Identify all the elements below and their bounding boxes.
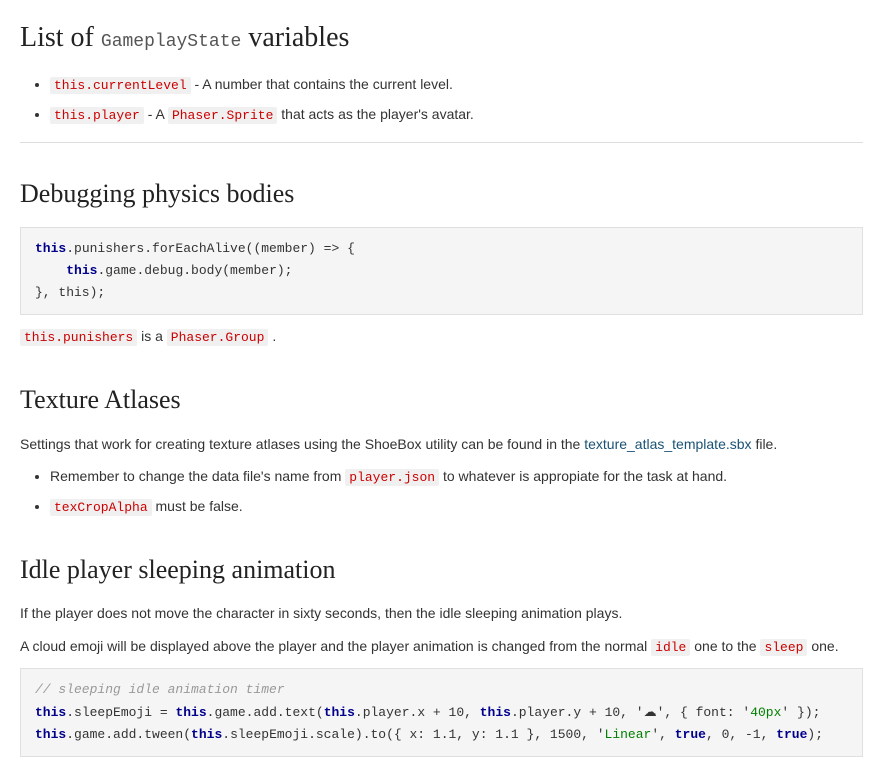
debugging-inline-text: this.punishers is a Phaser.Group . bbox=[20, 325, 863, 349]
variable-desc-2a: - A bbox=[148, 106, 168, 122]
debugging-code-block: this.punishers.forEachAlive((member) => … bbox=[20, 227, 863, 315]
list-item: texCropAlpha must be false. bbox=[50, 495, 863, 519]
variables-section: List of GameplayState variables this.cur… bbox=[20, 16, 863, 143]
para2-mid: one to the bbox=[694, 638, 760, 654]
tex-crop-alpha-code: texCropAlpha bbox=[50, 499, 152, 516]
heading-inline-code: GameplayState bbox=[101, 32, 241, 52]
phaser-group-code: Phaser.Group bbox=[167, 329, 269, 346]
player-json-code: player.json bbox=[345, 469, 439, 486]
debugging-heading: Debugging physics bodies bbox=[20, 173, 863, 215]
bullet2-after: must be false. bbox=[156, 498, 243, 514]
texture-desc-end: file. bbox=[755, 436, 777, 452]
idle-code: idle bbox=[651, 639, 690, 656]
list-item: this.currentLevel - A number that contai… bbox=[50, 73, 863, 97]
texture-description: Settings that work for creating texture … bbox=[20, 433, 863, 455]
texture-bullets: Remember to change the data file's name … bbox=[50, 465, 863, 519]
list-item: this.player - A Phaser.Sprite that acts … bbox=[50, 103, 863, 127]
idle-para2: A cloud emoji will be displayed above th… bbox=[20, 635, 863, 659]
punishers-code: this.punishers bbox=[20, 329, 137, 346]
phaser-sprite-link[interactable]: Phaser.Sprite bbox=[168, 106, 277, 122]
bullet1-after: to whatever is appropiate for the task a… bbox=[443, 468, 727, 484]
debugging-section: Debugging physics bodies this.punishers.… bbox=[20, 173, 863, 349]
variables-heading: List of GameplayState variables bbox=[20, 16, 863, 61]
idle-animation-heading: Idle player sleeping animation bbox=[20, 549, 863, 591]
bullet1-before: Remember to change the data file's name … bbox=[50, 468, 345, 484]
variables-list: this.currentLevel - A number that contai… bbox=[50, 73, 863, 127]
variable-desc-1: - A number that contains the current lev… bbox=[195, 76, 453, 92]
variable-desc-2b: that acts as the player's avatar. bbox=[281, 106, 474, 122]
phaser-sprite-code: Phaser.Sprite bbox=[168, 107, 277, 124]
heading-prefix: List of bbox=[20, 22, 94, 53]
para2-before: A cloud emoji will be displayed above th… bbox=[20, 638, 651, 654]
list-item: Remember to change the data file's name … bbox=[50, 465, 863, 489]
sleep-code: sleep bbox=[760, 639, 807, 656]
texture-heading: Texture Atlases bbox=[20, 379, 863, 421]
heading-suffix: variables bbox=[248, 22, 349, 53]
texture-desc-before: Settings that work for creating texture … bbox=[20, 436, 584, 452]
texture-section: Texture Atlases Settings that work for c… bbox=[20, 379, 863, 519]
variable-code-1: this.currentLevel bbox=[50, 77, 191, 94]
idle-para1: If the player does not move the characte… bbox=[20, 602, 863, 624]
texture-atlas-link[interactable]: texture_atlas_template.sbx bbox=[584, 436, 751, 452]
idle-animation-code-block: // sleeping idle animation timer this.sl… bbox=[20, 668, 863, 756]
variable-code-2: this.player bbox=[50, 107, 144, 124]
idle-animation-section: Idle player sleeping animation If the pl… bbox=[20, 549, 863, 757]
para2-end: one. bbox=[811, 638, 838, 654]
